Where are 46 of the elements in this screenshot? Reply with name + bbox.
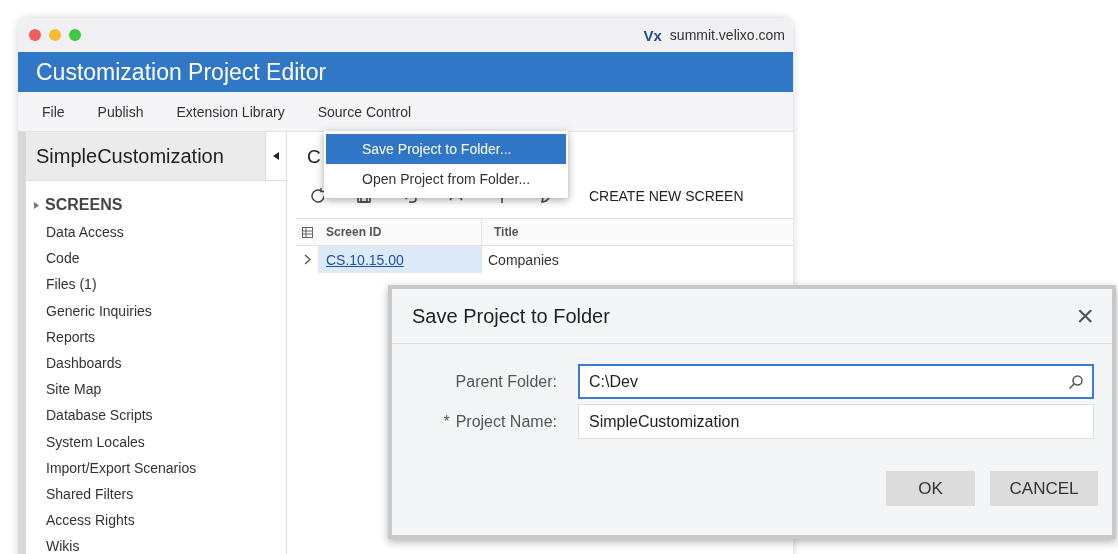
column-header: Title — [493, 225, 519, 239]
menu-option[interactable]: Save Project to Folder... — [326, 134, 566, 164]
menu-option[interactable]: Open Project from Folder... — [326, 164, 566, 194]
input-field[interactable]: SimpleCustomization — [578, 404, 1094, 439]
collapse-button[interactable] — [265, 132, 286, 180]
tree-item[interactable]: System Locales — [46, 428, 145, 455]
tree-item[interactable]: Access Rights — [46, 507, 135, 534]
tree-group[interactable]: SCREENS — [45, 191, 123, 219]
app-title: Customization Project Editor — [36, 58, 327, 86]
search-icon[interactable] — [1068, 374, 1084, 390]
menu-item[interactable]: Extension Library — [176, 99, 285, 124]
tree-item[interactable]: Reports — [46, 323, 96, 350]
column-settings-icon[interactable] — [301, 226, 313, 238]
chevron-right-icon[interactable] — [303, 254, 311, 265]
lookup-field[interactable]: C:\Dev — [578, 364, 1094, 399]
address-text: summit.velixo.com — [669, 27, 785, 43]
site-logo: Vx — [643, 26, 662, 44]
tree-item[interactable]: Files (1) — [46, 271, 97, 298]
column-header: Screen ID — [325, 225, 382, 239]
tree-item[interactable]: Generic Inquiries — [46, 297, 152, 324]
project-name: SimpleCustomization — [36, 144, 225, 168]
tree-item[interactable]: Database Scripts — [46, 402, 153, 429]
field-label: Parent Folder: — [455, 372, 557, 391]
refresh-icon[interactable] — [309, 187, 327, 205]
caret-right-icon[interactable] — [34, 201, 39, 209]
tree-item[interactable]: Import/Export Scenarios — [46, 454, 197, 481]
caret-left-icon — [273, 152, 279, 160]
ok-button[interactable]: OK — [886, 471, 975, 506]
menu-item[interactable]: Source Control — [317, 99, 412, 124]
menu-item[interactable]: Publish — [97, 99, 144, 124]
close-button[interactable]: × — [1072, 301, 1098, 331]
tree-item[interactable]: Wikis — [46, 533, 80, 554]
tree-item[interactable]: Shared Filters — [46, 480, 134, 508]
menu-item[interactable]: File — [42, 99, 65, 124]
page-heading: C — [307, 146, 321, 167]
tree-item[interactable]: Code — [46, 245, 80, 272]
tree-item[interactable]: Data Access — [46, 219, 124, 246]
tree-item[interactable]: Site Map — [46, 376, 102, 403]
required-mark: * — [443, 412, 450, 431]
field-label: Project Name: — [455, 412, 557, 431]
tree-item[interactable]: Dashboards — [46, 349, 122, 377]
window-control-icon[interactable] — [29, 29, 41, 41]
table-cell: Companies — [488, 251, 559, 268]
create-screen-button[interactable]: CREATE NEW SCREEN — [589, 188, 744, 204]
cancel-button[interactable]: CANCEL — [990, 471, 1098, 506]
dialog-title: Save Project to Folder — [412, 304, 611, 328]
